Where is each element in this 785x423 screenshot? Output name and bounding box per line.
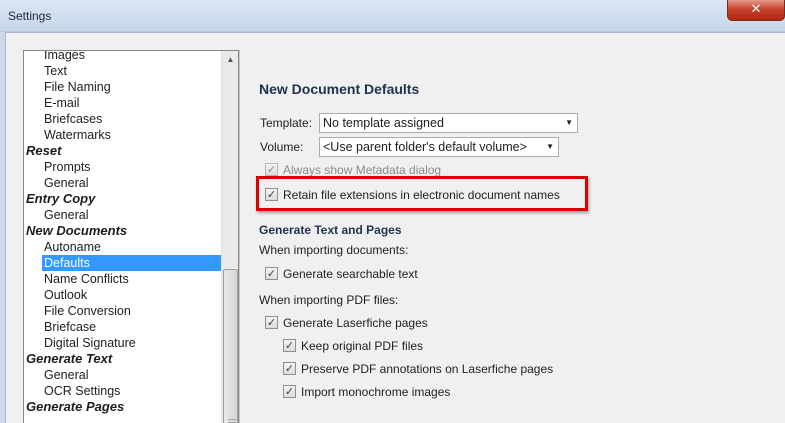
- tree-group[interactable]: New Documents: [24, 223, 221, 239]
- tree-item-label: General: [44, 176, 89, 190]
- tree-item[interactable]: General: [24, 175, 221, 191]
- tree-item[interactable]: Text: [24, 63, 221, 79]
- tree-item[interactable]: General: [24, 367, 221, 383]
- tree-item-label: File Conversion: [44, 304, 131, 318]
- importing-pdf-label: When importing PDF files:: [259, 293, 399, 307]
- generate-searchable-checkbox[interactable]: ✓: [265, 267, 278, 280]
- tree-item[interactable]: Images: [24, 50, 221, 63]
- keep-original-checkbox[interactable]: ✓: [283, 339, 296, 352]
- tree-item[interactable]: Outlook: [24, 287, 221, 303]
- tree-item-label: File Naming: [44, 80, 111, 94]
- volume-label: Volume:: [260, 140, 304, 154]
- generate-laserfiche-label: Generate Laserfiche pages: [283, 316, 428, 330]
- volume-value: <Use parent folder's default volume>: [323, 140, 527, 154]
- tree-item[interactable]: File Naming: [24, 79, 221, 95]
- tree-item[interactable]: File Conversion: [24, 303, 221, 319]
- tree-item-label: Outlook: [44, 288, 88, 302]
- tree-item-label: Digital Signature: [44, 336, 136, 350]
- tree-item-label: General: [44, 368, 89, 382]
- tree-item-label: General: [44, 208, 89, 222]
- grip-icon: ———: [228, 415, 236, 423]
- tree-item[interactable]: Digital Signature: [24, 335, 221, 351]
- tree-item[interactable]: OCR Settings: [24, 383, 221, 399]
- highlight-box: [256, 176, 588, 211]
- tree-item-label: Watermarks: [44, 128, 111, 142]
- window-title: Settings: [8, 9, 52, 23]
- tree-item[interactable]: Briefcase: [24, 319, 221, 335]
- tree-item[interactable]: Briefcases: [24, 111, 221, 127]
- import-monochrome-label: Import monochrome images: [301, 385, 451, 399]
- tree-item-label: OCR Settings: [44, 384, 121, 398]
- settings-tree[interactable]: Images Text File Naming E-mail Briefcases Wat…: [23, 50, 239, 423]
- tree-group[interactable]: Entry Copy: [24, 191, 221, 207]
- generate-searchable-label: Generate searchable text: [283, 267, 418, 281]
- import-monochrome-checkbox[interactable]: ✓: [283, 385, 296, 398]
- tree-item[interactable]: Watermarks: [24, 127, 221, 143]
- tree-item-label: Prompts: [44, 160, 91, 174]
- chevron-down-icon: ▼: [565, 118, 573, 127]
- keep-original-label: Keep original PDF files: [301, 339, 424, 353]
- tree-item[interactable]: Autoname: [24, 239, 221, 255]
- settings-panel: New Document Defaults Template: No templ…: [239, 50, 785, 423]
- tree-item-label: Images: [44, 50, 85, 62]
- tree-group[interactable]: Generate Pages: [24, 399, 221, 415]
- tree-item[interactable]: Defaults: [24, 255, 221, 271]
- scroll-up-icon[interactable]: ▲: [222, 51, 238, 68]
- tree-item-label: Defaults: [42, 255, 221, 271]
- title-bar: Settings ✕: [0, 0, 785, 32]
- tree-item[interactable]: General: [24, 207, 221, 223]
- close-button[interactable]: ✕: [727, 0, 785, 21]
- tree-item-label: E-mail: [44, 96, 80, 110]
- preserve-annotations-checkbox[interactable]: ✓: [283, 362, 296, 375]
- tree-item-label: Autoname: [44, 240, 101, 254]
- template-select[interactable]: No template assigned ▼: [319, 113, 578, 133]
- always-show-metadata-label: Always show Metadata dialog: [283, 163, 442, 177]
- tree-item-label: Text: [44, 64, 67, 78]
- template-label: Template:: [260, 116, 313, 130]
- tree-item-label: Generate Pages: [26, 399, 125, 414]
- generate-heading: Generate Text and Pages: [259, 223, 402, 237]
- tree-items: Images Text File Naming E-mail Briefcases Wat…: [24, 50, 221, 415]
- tree-scrollbar[interactable]: ▲ ———: [221, 51, 238, 423]
- tree-item-label: Name Conflicts: [44, 272, 129, 286]
- generate-laserfiche-checkbox[interactable]: ✓: [265, 316, 278, 329]
- tree-item[interactable]: Prompts: [24, 159, 221, 175]
- template-value: No template assigned: [323, 116, 444, 130]
- tree-item-label: Briefcases: [44, 112, 103, 126]
- preserve-annotations-label: Preserve PDF annotations on Laserfiche p…: [301, 362, 554, 376]
- tree-item[interactable]: E-mail: [24, 95, 221, 111]
- page-title: New Document Defaults: [259, 81, 420, 97]
- tree-item-label: Entry Copy: [26, 191, 96, 206]
- tree-item[interactable]: Name Conflicts: [24, 271, 221, 287]
- tree-group[interactable]: Reset: [24, 143, 221, 159]
- tree-item-label: New Documents: [26, 223, 128, 238]
- tree-item-label: Briefcase: [44, 320, 97, 334]
- close-icon: ✕: [750, 2, 762, 17]
- scroll-thumb[interactable]: ———: [223, 269, 238, 423]
- tree-group[interactable]: Generate Text: [24, 351, 221, 367]
- volume-select[interactable]: <Use parent folder's default volume> ▼: [319, 137, 559, 157]
- tree-item-label: Generate Text: [26, 351, 113, 366]
- window-client: Images Text File Naming E-mail Briefcases Wat…: [5, 32, 785, 423]
- importing-docs-label: When importing documents:: [259, 243, 409, 257]
- chevron-down-icon: ▼: [546, 142, 554, 151]
- always-show-metadata-checkbox[interactable]: ✓: [265, 163, 278, 176]
- tree-item-label: Reset: [26, 143, 62, 158]
